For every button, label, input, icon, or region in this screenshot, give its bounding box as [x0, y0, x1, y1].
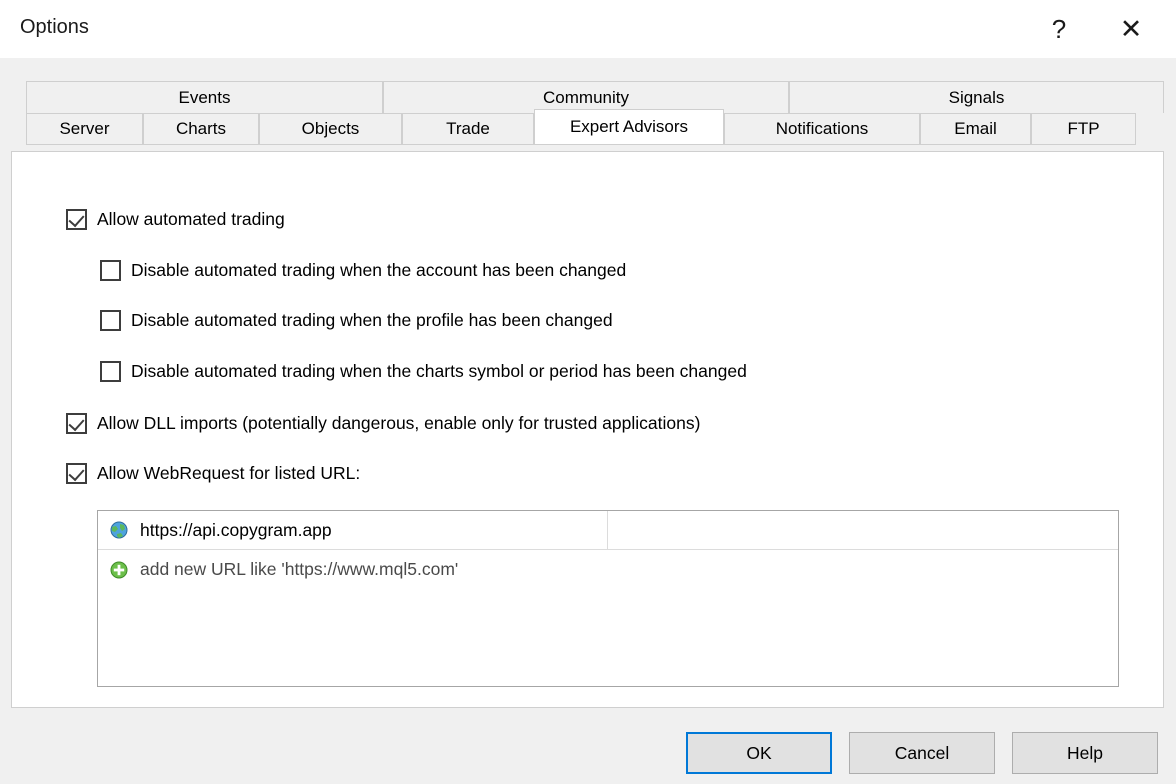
- checkbox-row-disable-on-profile-changed[interactable]: Disable automated trading when the profi…: [100, 310, 613, 331]
- tab-events[interactable]: Events: [26, 81, 383, 113]
- checkbox-label: Disable automated trading when the accou…: [131, 260, 627, 280]
- tab-label: Community: [543, 87, 629, 107]
- column-divider: [607, 511, 608, 550]
- checkbox-row-allow-webrequest[interactable]: Allow WebRequest for listed URL:: [66, 463, 360, 484]
- title-bar: Options ? ✕: [0, 0, 1176, 59]
- cancel-button-label: Cancel: [894, 742, 950, 763]
- tab-label: Signals: [948, 87, 1005, 107]
- checkbox-label: Allow automated trading: [97, 209, 285, 229]
- tab-label: Email: [954, 119, 997, 138]
- tab-trade[interactable]: Trade: [402, 113, 534, 145]
- tab-label: Events: [178, 87, 231, 107]
- tab-notifications[interactable]: Notifications: [724, 113, 920, 145]
- checkbox-label: Disable automated trading when the chart…: [131, 361, 747, 381]
- tab-label: FTP: [1067, 119, 1100, 138]
- help-button[interactable]: ?: [1030, 0, 1088, 58]
- checkbox-row-disable-on-account-changed[interactable]: Disable automated trading when the accou…: [100, 260, 626, 281]
- checkbox-allow-automated-trading[interactable]: [66, 209, 87, 230]
- tab-signals[interactable]: Signals: [789, 81, 1164, 113]
- question-mark-icon: ?: [1051, 13, 1067, 44]
- tab-label: Trade: [446, 119, 490, 138]
- checkbox-row-disable-on-symbol-period-changed[interactable]: Disable automated trading when the chart…: [100, 361, 747, 382]
- tab-strip: Events Community Signals Server Charts Objec…: [0, 58, 1176, 153]
- help-button-footer[interactable]: Help: [1012, 732, 1158, 774]
- tab-ftp[interactable]: FTP: [1031, 113, 1136, 145]
- checkbox-row-allow-automated-trading[interactable]: Allow automated trading: [66, 209, 285, 230]
- checkbox-label: Allow WebRequest for listed URL:: [97, 463, 361, 483]
- tab-email[interactable]: Email: [920, 113, 1031, 145]
- webrequest-url-list[interactable]: https://api.copygram.app add new URL lik…: [97, 510, 1119, 687]
- checkbox-label: Disable automated trading when the profi…: [131, 310, 613, 330]
- ok-button[interactable]: OK: [686, 732, 832, 774]
- globe-icon: [110, 521, 128, 539]
- ok-button-label: OK: [746, 742, 772, 763]
- checkbox-row-allow-dll-imports[interactable]: Allow DLL imports (potentially dangerous…: [66, 413, 700, 434]
- checkbox-disable-on-account-changed[interactable]: [100, 260, 121, 281]
- tab-label: Server: [59, 119, 110, 138]
- expert-advisors-panel: Allow automated trading Disable automated…: [11, 151, 1164, 708]
- tab-objects[interactable]: Objects: [259, 113, 402, 145]
- dialog-footer: OK Cancel Help: [0, 708, 1176, 784]
- add-url-placeholder: add new URL like 'https://www.mql5.com': [140, 559, 459, 579]
- tab-charts[interactable]: Charts: [143, 113, 259, 145]
- checkbox-disable-on-symbol-period-changed[interactable]: [100, 361, 121, 382]
- cancel-button[interactable]: Cancel: [849, 732, 995, 774]
- window-title: Options: [20, 16, 89, 38]
- tab-server[interactable]: Server: [26, 113, 143, 145]
- tab-label: Expert Advisors: [569, 117, 689, 136]
- checkbox-allow-webrequest[interactable]: [66, 463, 87, 484]
- add-url-row[interactable]: add new URL like 'https://www.mql5.com': [98, 550, 1118, 589]
- checkbox-label: Allow DLL imports (potentially dangerous…: [97, 413, 701, 433]
- tab-label: Notifications: [775, 119, 869, 138]
- close-icon: ✕: [1119, 13, 1143, 44]
- url-value: https://api.copygram.app: [140, 519, 332, 540]
- close-button[interactable]: ✕: [1102, 0, 1160, 58]
- tab-expert-advisors[interactable]: Expert Advisors: [534, 109, 724, 145]
- tab-label: Objects: [301, 119, 360, 138]
- checkbox-disable-on-profile-changed[interactable]: [100, 310, 121, 331]
- list-item[interactable]: https://api.copygram.app: [98, 511, 1118, 550]
- tab-label: Charts: [175, 119, 227, 138]
- help-button-label: Help: [1067, 742, 1103, 763]
- plus-circle-icon: [110, 561, 128, 579]
- checkbox-allow-dll-imports[interactable]: [66, 413, 87, 434]
